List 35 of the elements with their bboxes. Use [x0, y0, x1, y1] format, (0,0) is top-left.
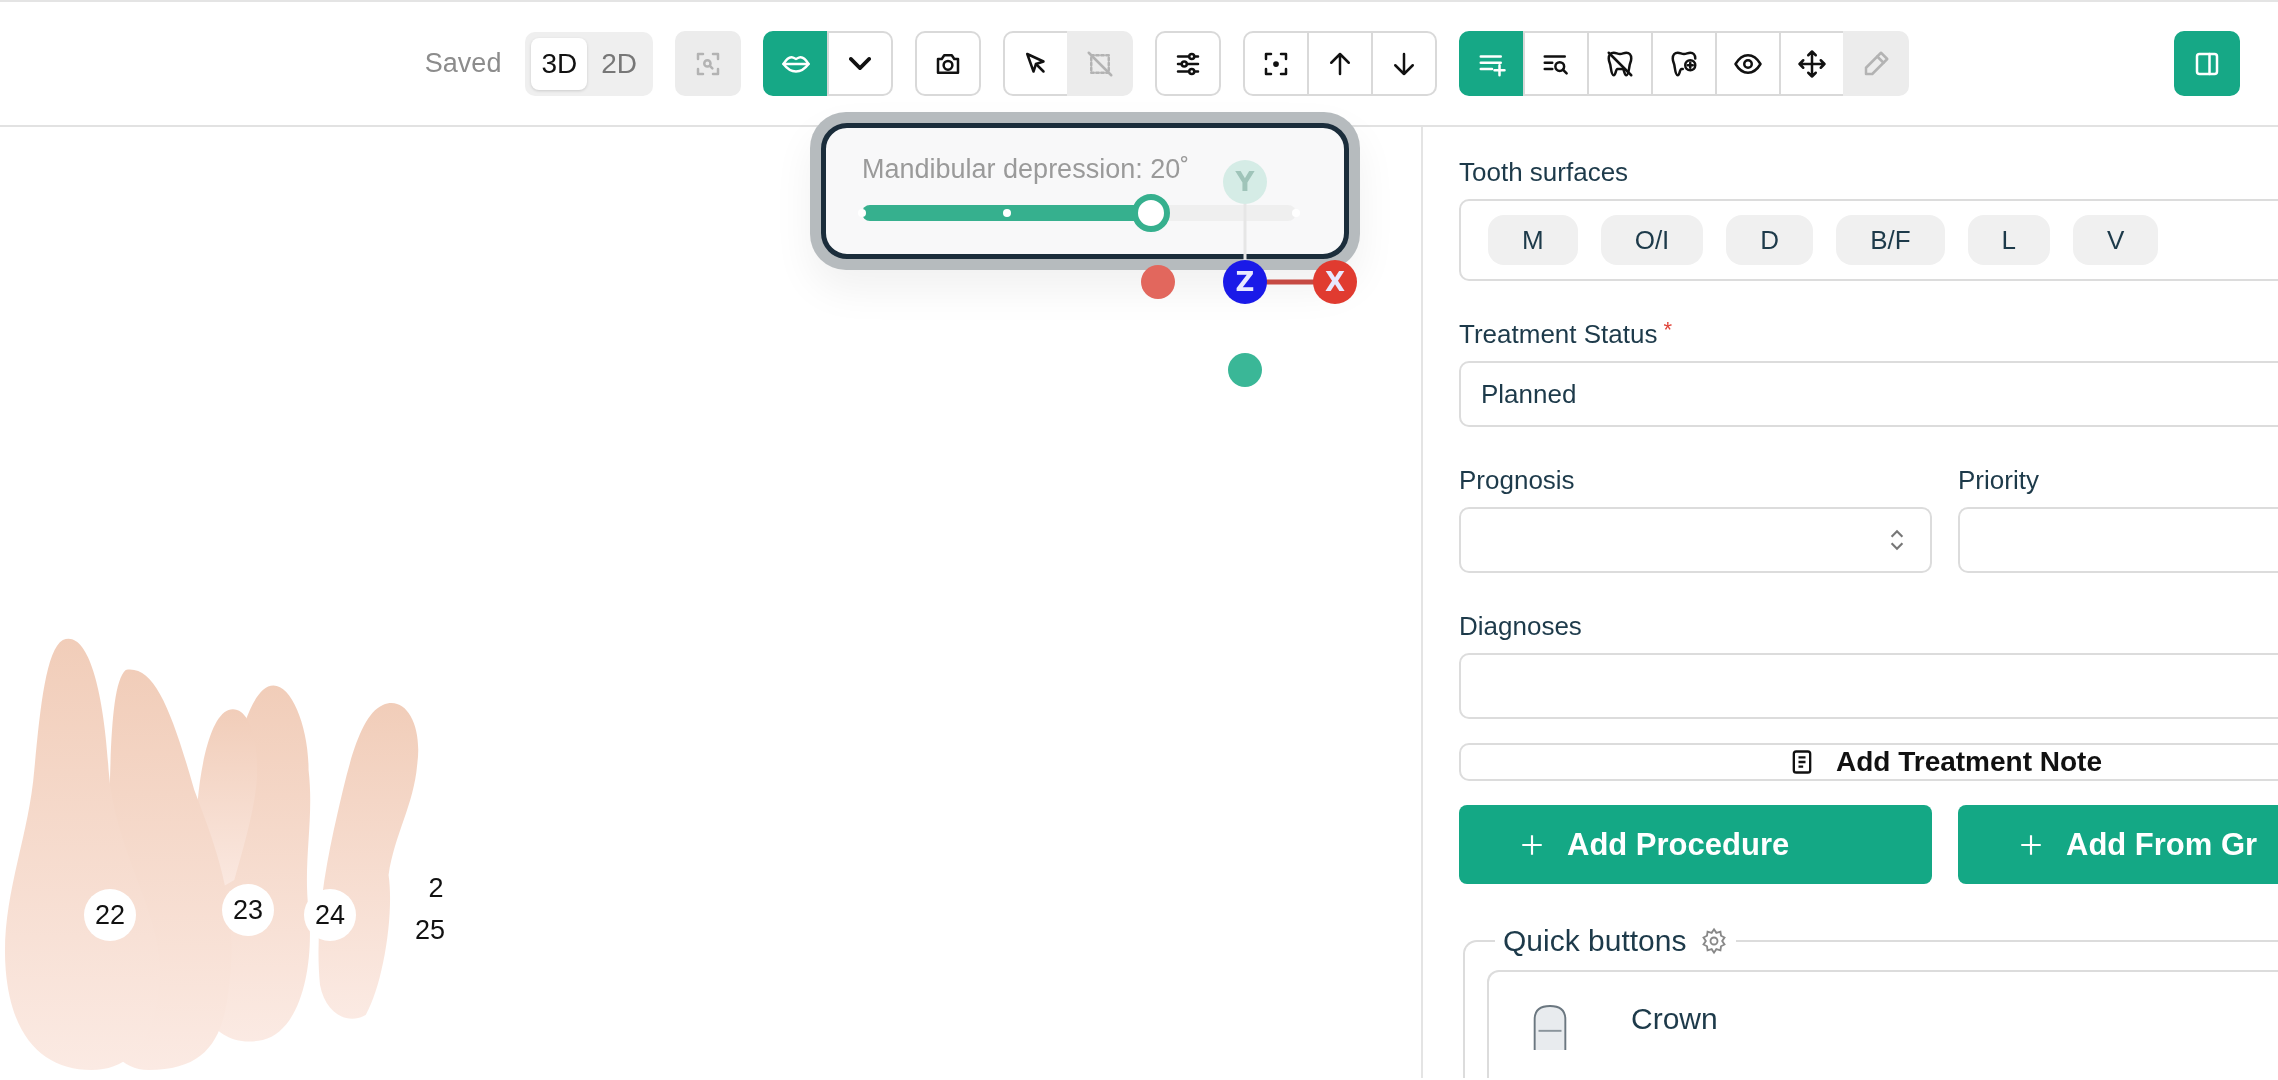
move-arrows-icon: [1797, 48, 1827, 79]
crossed-square-icon: [1085, 48, 1115, 79]
tooth-number[interactable]: 25: [415, 914, 445, 946]
axis-dot[interactable]: [1228, 353, 1262, 387]
surface-chip[interactable]: M: [1488, 215, 1578, 265]
tick-mark: [858, 209, 866, 217]
status-select[interactable]: Planned: [1459, 361, 2278, 427]
quick-button-label: Crown: [1631, 1002, 1718, 1036]
crossed-tooth-icon: [1605, 48, 1635, 79]
field-label: Diagnoses: [1459, 611, 1582, 641]
slider-thumb[interactable]: [1132, 194, 1171, 232]
axis-handle[interactable]: X: [1313, 260, 1357, 304]
surface-chip[interactable]: O/I: [1600, 215, 1704, 265]
settings-icon[interactable]: [1700, 927, 1729, 955]
surface-chip[interactable]: L: [1967, 215, 2051, 265]
axis-dot[interactable]: [1141, 265, 1175, 299]
surface-chip[interactable]: D: [1726, 215, 1814, 265]
add-note-button[interactable]: Add Treatment Note: [1459, 743, 2278, 781]
tooth-number[interactable]: 2: [428, 872, 444, 904]
diagnoses-field[interactable]: [1459, 653, 2278, 719]
required-mark: *: [1663, 319, 1672, 341]
slider-label: Mandibular depression: 20˚: [862, 154, 1190, 185]
quick-button[interactable]: Crown: [1487, 970, 2278, 1078]
surface-chip[interactable]: B/F: [1836, 215, 1945, 265]
view-mode-tab[interactable]: 2D: [591, 37, 647, 90]
chevron-down-icon: [849, 57, 871, 70]
tick-mark: [1002, 209, 1011, 217]
surface-chip[interactable]: V: [2073, 215, 2159, 265]
save-status: Saved: [424, 48, 502, 79]
field-label: Priority: [1958, 465, 2039, 495]
view-mode-tab[interactable]: 3D: [531, 37, 588, 90]
field-label: Tooth surfaces: [1459, 157, 1629, 187]
field-label: Prognosis: [1459, 465, 1575, 495]
section-title: Quick buttons: [1503, 924, 1687, 958]
field-label: Treatment Status: [1459, 319, 1658, 349]
